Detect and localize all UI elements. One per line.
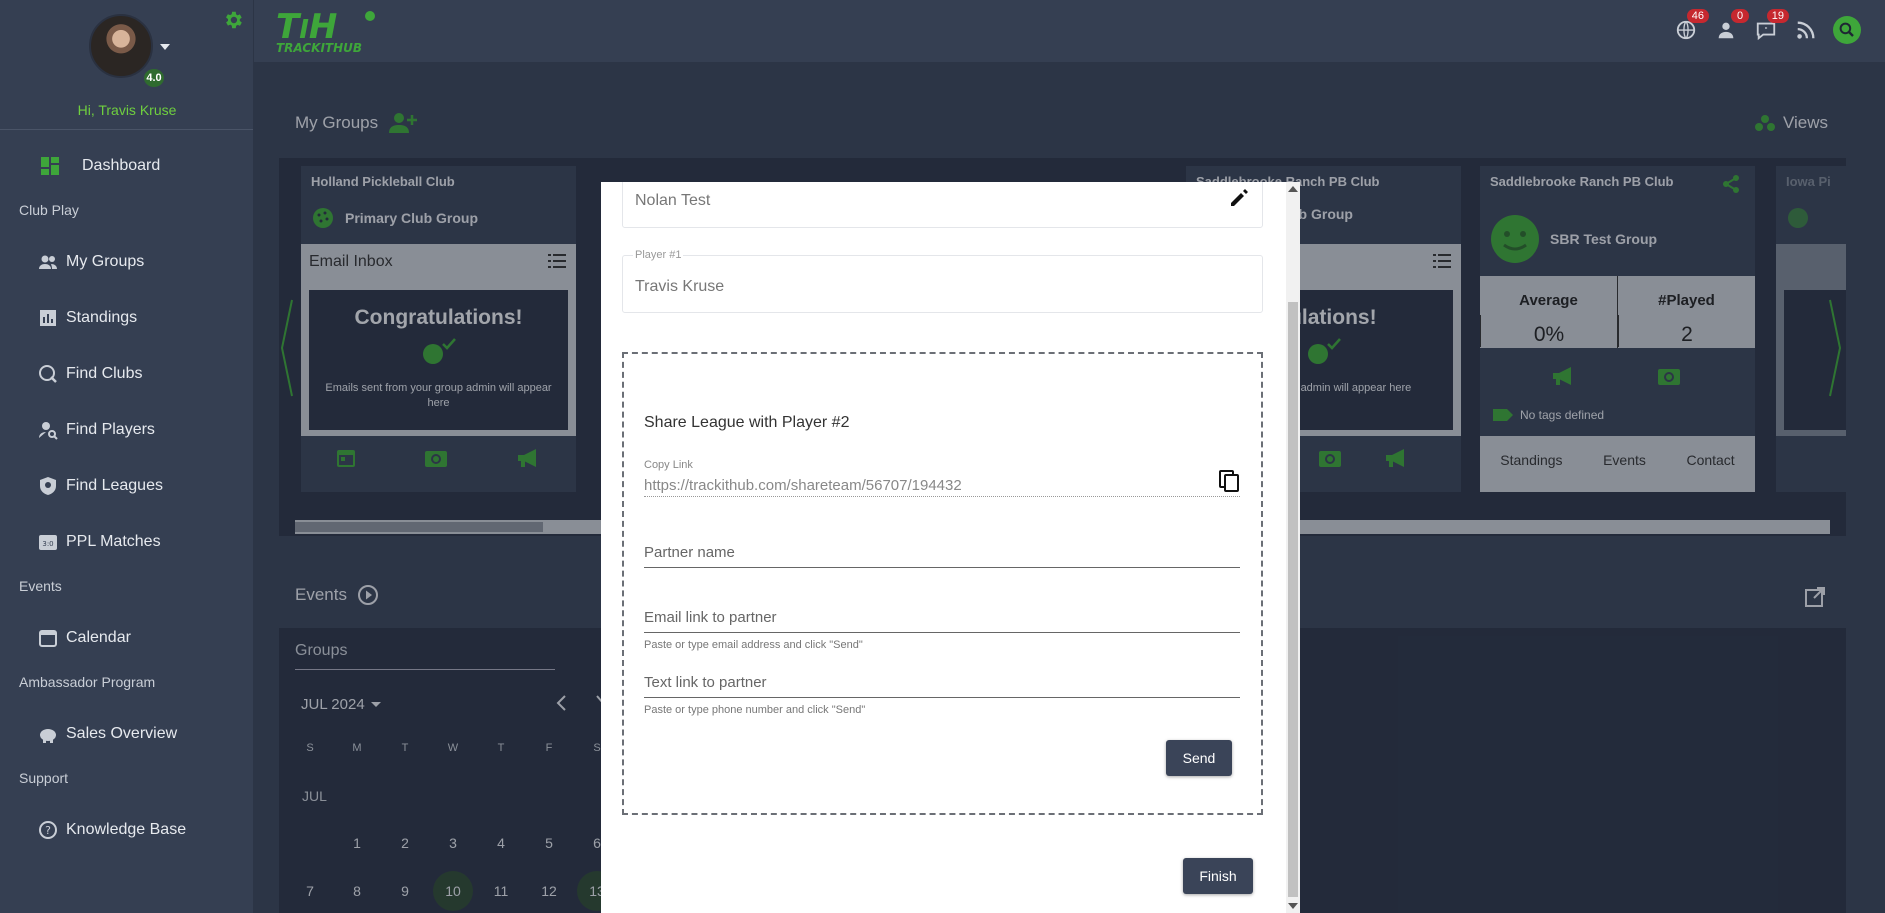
avatar[interactable]	[89, 14, 153, 78]
scroll-up-icon[interactable]	[1288, 186, 1298, 192]
email-link-field[interactable]	[644, 603, 1240, 633]
text-hint: Paste or type phone number and click "Se…	[644, 704, 866, 716]
player1-field[interactable]: Player #1 Travis Kruse	[622, 249, 1263, 313]
chat-badge: 19	[1766, 9, 1789, 23]
sidebar-item-label: Find Clubs	[66, 365, 143, 382]
rss-icon	[1797, 21, 1815, 39]
sidebar-item-label: PPL Matches	[66, 533, 161, 550]
svg-text:TRACKITHUB: TRACKITHUB	[276, 41, 362, 55]
section-support: Support	[19, 770, 69, 786]
piggy-bank-icon	[38, 724, 58, 744]
svg-text:?: ?	[45, 824, 51, 837]
rss-button[interactable]	[1793, 17, 1819, 43]
copy-icon[interactable]	[1218, 469, 1240, 493]
svg-text:": "	[1764, 25, 1767, 34]
copy-link-url: https://trackithub.com/shareteam/56707/1…	[644, 477, 962, 494]
rating-badge: 4.0	[142, 67, 166, 89]
calendar-icon	[38, 628, 58, 648]
section-events: Events	[19, 578, 62, 594]
edit-icon[interactable]	[1228, 187, 1250, 209]
find-players-icon	[38, 420, 58, 440]
find-clubs-icon	[38, 364, 58, 384]
dashboard-icon	[40, 156, 60, 176]
send-button[interactable]: Send	[1166, 740, 1232, 776]
bar-chart-icon	[38, 308, 58, 328]
text-link-input[interactable]	[644, 668, 1240, 696]
sidebar-item-calendar[interactable]: Calendar	[38, 623, 131, 653]
sidebar-item-standings[interactable]: Standings	[38, 303, 137, 333]
team-name-field[interactable]: Nolan Test	[622, 182, 1263, 228]
sidebar-item-dashboard[interactable]: Dashboard	[40, 151, 160, 181]
greeting: Hi, Travis Kruse	[77, 102, 177, 118]
sidebar-item-ppl-matches[interactable]: 3:0 PPL Matches	[38, 527, 161, 557]
group-icon	[38, 252, 58, 272]
sidebar-item-sales-overview[interactable]: Sales Overview	[38, 719, 177, 749]
sidebar: 4.0 Hi, Travis Kruse Dashboard Club Play…	[0, 0, 254, 913]
sidebar-item-label: Knowledge Base	[66, 821, 187, 838]
gear-icon[interactable]	[222, 9, 244, 31]
email-link-input[interactable]	[644, 603, 1240, 631]
sidebar-item-my-groups[interactable]: My Groups	[38, 247, 144, 277]
user-icon	[1718, 22, 1734, 39]
sidebar-item-find-players[interactable]: Find Players	[38, 415, 155, 445]
globe-badge: 46	[1686, 9, 1709, 23]
sidebar-item-label: Find Players	[66, 421, 155, 438]
sidebar-item-find-leagues[interactable]: Find Leagues	[38, 471, 163, 501]
player1-value: Travis Kruse	[635, 278, 725, 295]
search-button[interactable]	[1833, 16, 1861, 44]
sidebar-item-knowledge-base[interactable]: ? Knowledge Base	[38, 815, 186, 845]
top-bar: TIH TRACKITHUB 46 0 " 19	[254, 0, 1885, 62]
sidebar-item-label: My Groups	[66, 253, 145, 270]
modal-scrollbar[interactable]	[1286, 182, 1300, 913]
player1-label: Player #1	[633, 249, 684, 261]
copy-link-label: Copy Link	[644, 459, 693, 471]
partner-name-field[interactable]	[644, 538, 1240, 568]
sidebar-item-label: Dashboard	[82, 157, 161, 174]
sidebar-item-label: Calendar	[66, 629, 131, 646]
search-icon	[1839, 22, 1854, 37]
team-name-value: Nolan Test	[635, 192, 711, 209]
copy-link-field[interactable]: Copy Link https://trackithub.com/sharete…	[644, 459, 1240, 497]
scoreboard-icon: 3:0	[38, 532, 58, 552]
scroll-down-icon[interactable]	[1288, 903, 1298, 909]
svg-text:3:0: 3:0	[42, 540, 53, 548]
help-icon: ?	[38, 820, 58, 840]
sidebar-item-label: Find Leagues	[66, 477, 163, 494]
modal-scrollbar-thumb[interactable]	[1288, 302, 1298, 897]
top-icons: 46 0 " 19	[1673, 9, 1861, 44]
share-league-dialog: Nolan Test Player #1 Travis Kruse Share …	[601, 182, 1300, 913]
sidebar-item-find-clubs[interactable]: Find Clubs	[38, 359, 142, 389]
user-notifications[interactable]: 0	[1713, 9, 1749, 43]
section-ambassador: Ambassador Program	[19, 674, 156, 690]
finish-button[interactable]: Finish	[1183, 858, 1253, 894]
partner-name-input[interactable]	[644, 538, 1240, 566]
find-leagues-icon	[38, 476, 58, 496]
email-hint: Paste or type email address and click "S…	[644, 639, 863, 651]
share-title: Share League with Player #2	[644, 414, 850, 431]
share-section: Share League with Player #2 Copy Link ht…	[622, 352, 1263, 815]
globe-notifications[interactable]: 46	[1673, 9, 1709, 43]
profile-dropdown-caret[interactable]	[160, 44, 170, 50]
chat-notifications[interactable]: " 19	[1753, 9, 1789, 43]
sidebar-item-label: Sales Overview	[66, 725, 178, 742]
sidebar-item-label: Standings	[66, 309, 138, 326]
user-badge: 0	[1731, 9, 1749, 23]
profile-section: 4.0 Hi, Travis Kruse	[0, 0, 253, 130]
trackithub-logo[interactable]: TIH TRACKITHUB	[274, 6, 384, 56]
text-link-field[interactable]	[644, 668, 1240, 698]
section-club-play: Club Play	[19, 202, 79, 218]
